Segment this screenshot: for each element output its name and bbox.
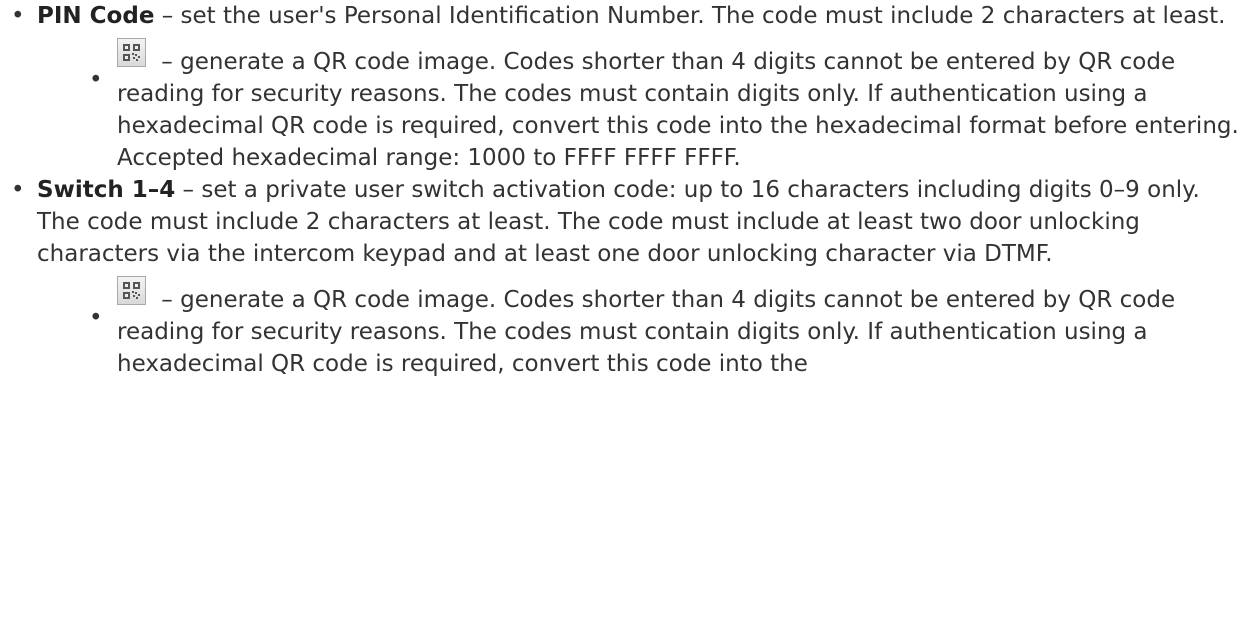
term-switch: Switch 1–4: [37, 177, 176, 203]
term-pin-code: PIN Code: [37, 3, 155, 29]
list-item-pin-code: PIN Code – set the user's Personal Ident…: [0, 0, 1244, 174]
list-item-switch: Switch 1–4 – set a private user switch a…: [0, 174, 1244, 380]
sub-item-pin-qr: – generate a QR code image. Codes shorte…: [0, 38, 1244, 174]
qr-code-icon[interactable]: [117, 276, 146, 305]
sub-item-switch-qr: – generate a QR code image. Codes shorte…: [0, 276, 1244, 380]
description-pin-code: – set the user's Personal Identification…: [154, 3, 1226, 29]
qr-code-icon[interactable]: [117, 38, 146, 67]
sub-description-switch-qr: – generate a QR code image. Codes shorte…: [117, 287, 1176, 377]
sub-list-pin-code: – generate a QR code image. Codes shorte…: [37, 38, 1244, 174]
field-list: PIN Code – set the user's Personal Ident…: [0, 0, 1244, 380]
sub-description-pin-qr: – generate a QR code image. Codes shorte…: [117, 49, 1239, 171]
sub-list-switch: – generate a QR code image. Codes shorte…: [37, 276, 1244, 380]
description-switch: – set a private user switch activation c…: [37, 177, 1200, 267]
document-body: PIN Code – set the user's Personal Ident…: [0, 0, 1244, 380]
